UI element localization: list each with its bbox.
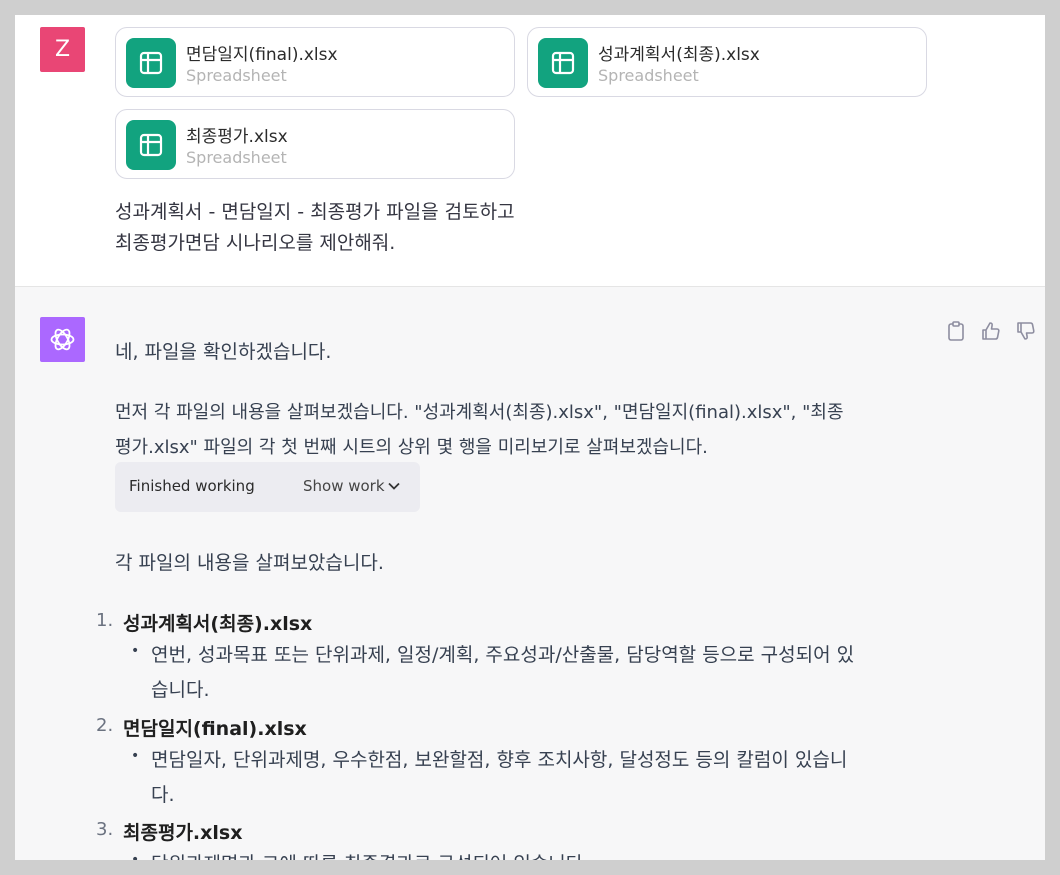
attachment-type: Spreadsheet	[186, 148, 287, 167]
list-item-detail: 단위과제명과 그에 따른 최종결과로 구성되어 있습니다.	[151, 849, 589, 860]
list-item-detail: 다.	[151, 784, 175, 806]
attachment-type: Spreadsheet	[186, 66, 287, 85]
list-item-title: 최종평가.xlsx	[123, 822, 243, 844]
attachment-card[interactable]: 성과계획서(최종).xlsx Spreadsheet	[527, 27, 927, 97]
list-item-number: 3.	[96, 819, 114, 840]
list-item-detail: 습니다.	[151, 679, 210, 701]
tool-status-pill: Finished working Show work	[115, 462, 420, 512]
list-item-number: 2.	[96, 715, 114, 736]
tool-status-label: Finished working	[129, 477, 255, 495]
list-item-title: 면담일지(final).xlsx	[123, 718, 307, 740]
user-avatar: Z	[40, 27, 85, 72]
spreadsheet-icon	[538, 38, 588, 88]
user-message-line: 성과계획서 - 면담일지 - 최종평가 파일을 검토하고	[115, 201, 515, 223]
assistant-intro: 네, 파일을 확인하겠습니다.	[115, 341, 332, 363]
attachment-card[interactable]: 최종평가.xlsx Spreadsheet	[115, 109, 515, 179]
bullet-icon: •	[131, 748, 140, 764]
assistant-paragraph-line: 먼저 각 파일의 내용을 살펴보겠습니다. "성과계획서(최종).xlsx", …	[115, 402, 844, 423]
openai-logo-icon	[40, 317, 85, 362]
attachment-card[interactable]: 면담일지(final).xlsx Spreadsheet	[115, 27, 515, 97]
spreadsheet-icon	[126, 120, 176, 170]
bullet-icon: •	[131, 643, 140, 659]
list-item-detail: 연번, 성과목표 또는 단위과제, 일정/계획, 주요성과/산출물, 담당역할 …	[151, 644, 855, 666]
show-work-button[interactable]: Show work	[303, 477, 385, 495]
attachment-name: 면담일지(final).xlsx	[186, 45, 338, 65]
attachment-name: 성과계획서(최종).xlsx	[598, 45, 760, 65]
bullet-icon: •	[131, 852, 140, 860]
thumbs-down-icon[interactable]	[1016, 321, 1036, 345]
thumbs-up-icon[interactable]	[981, 321, 1001, 345]
assistant-message-turn: › 네, 파일을 확인하겠습니다. 먼저 각 파일의 내용	[15, 287, 1045, 860]
spreadsheet-icon	[126, 38, 176, 88]
assistant-paragraph-line: 평가.xlsx" 파일의 각 첫 번째 시트의 상위 몇 행을 미리보기로 살펴…	[115, 437, 708, 458]
assistant-summary: 각 파일의 내용을 살펴보았습니다.	[115, 552, 384, 574]
clipboard-icon[interactable]	[947, 321, 965, 345]
user-message-text: 성과계획서 - 면담일지 - 최종평가 파일을 검토하고 최종평가면담 시나리오…	[115, 197, 515, 259]
list-item-detail: 면담일자, 단위과제명, 우수한점, 보완할점, 향후 조치사항, 달성정도 등…	[151, 749, 848, 771]
chat-frame: Z 면담일지(final).xlsx Spreadsheet 성과계획서(최종)…	[15, 15, 1045, 860]
attachment-name: 최종평가.xlsx	[186, 127, 288, 147]
user-message-line: 최종평가면담 시나리오를 제안해줘.	[115, 232, 396, 254]
user-message-turn: Z 면담일지(final).xlsx Spreadsheet 성과계획서(최종)…	[15, 15, 1045, 286]
chevron-down-icon[interactable]	[387, 478, 401, 497]
list-item-title: 성과계획서(최종).xlsx	[123, 613, 313, 635]
list-item-number: 1.	[96, 610, 114, 631]
attachment-type: Spreadsheet	[598, 66, 699, 85]
